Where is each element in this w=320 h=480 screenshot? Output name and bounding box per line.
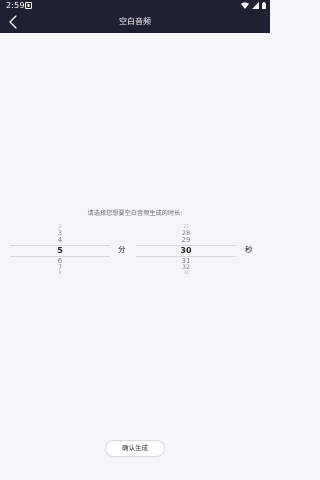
status-bar: 2:59 xyxy=(0,0,270,11)
duration-prompt: 请选择您想要空白音频生成的时长: xyxy=(87,210,183,217)
second-option[interactable]: 33 xyxy=(136,271,236,275)
battery-icon xyxy=(262,2,266,9)
signal-icon xyxy=(252,2,259,9)
wifi-icon xyxy=(241,2,249,9)
notification-app-icon xyxy=(25,2,32,9)
status-time: 2:59 xyxy=(6,1,25,10)
minute-unit-label: 分 xyxy=(118,245,126,254)
app-header: 空白音频 xyxy=(0,11,270,33)
minute-option[interactable]: 8 xyxy=(10,271,110,275)
minute-selected[interactable]: 5 xyxy=(10,247,110,255)
minute-option[interactable]: 4 xyxy=(10,237,110,244)
second-option[interactable]: 29 xyxy=(136,237,236,244)
page-title: 空白音频 xyxy=(119,17,151,26)
confirm-generate-button[interactable]: 确认生成 xyxy=(105,440,165,457)
status-icons xyxy=(241,2,266,9)
second-unit-label: 秒 xyxy=(245,245,253,254)
second-selected[interactable]: 30 xyxy=(136,247,236,255)
